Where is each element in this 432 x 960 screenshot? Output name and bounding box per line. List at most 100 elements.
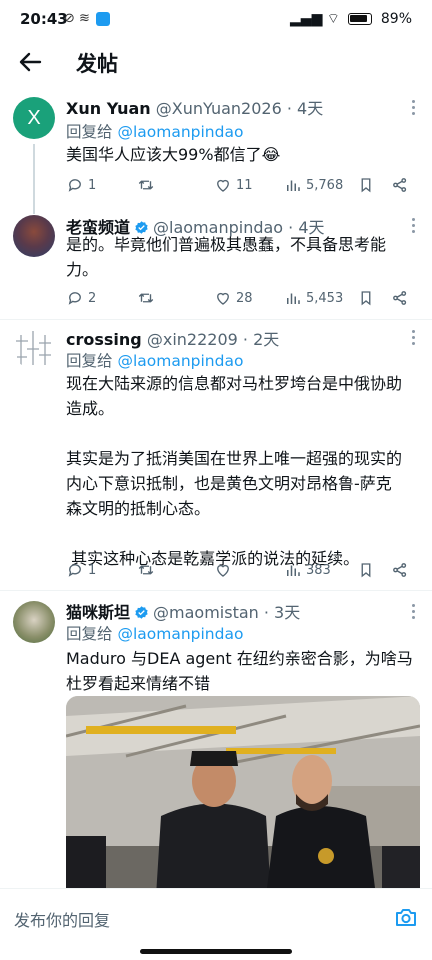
reply-icon <box>68 292 81 305</box>
reply-input[interactable]: 发布你的回复 <box>14 907 110 931</box>
like-button[interactable]: 11 <box>214 175 253 195</box>
thread-line <box>33 144 35 214</box>
tweet-header: crossing @xin22209 · 2天 <box>66 326 279 350</box>
retweet-icon <box>138 180 154 190</box>
status-time: 20:43 <box>20 10 68 28</box>
heart-icon <box>217 564 229 577</box>
author-name[interactable]: crossing <box>66 330 142 349</box>
share-icon <box>393 563 407 577</box>
tweet-actions: 1 383 <box>66 560 416 580</box>
reply-prefix: 回复给 <box>66 123 113 141</box>
tweet-text: 是的。毕竟他们普遍极其愚蠢，不具备思考能 力。 <box>66 235 387 279</box>
retweet-button[interactable] <box>137 288 159 308</box>
tweet-text: 美国华人应该大99%都信了😂 <box>66 145 281 164</box>
author-handle[interactable]: @xin22209 <box>147 330 238 349</box>
divider <box>0 319 432 320</box>
reply-to-line: 回复给 @laomanpindao <box>66 622 243 644</box>
battery-icon <box>348 13 373 25</box>
tweet-time: · 4天 <box>286 99 324 118</box>
tweet-header: Xun Yuan @XunYuan2026 · 4天 <box>66 95 323 119</box>
tweet-photo[interactable] <box>66 696 420 896</box>
reply-prefix: 回复给 <box>66 352 113 370</box>
author-handle[interactable]: @XunYuan2026 <box>156 99 282 118</box>
views-icon <box>287 293 300 304</box>
home-indicator[interactable] <box>140 949 292 954</box>
like-button[interactable]: 28 <box>214 288 253 308</box>
status-right: ▂▄▆ ⌔ 89% <box>290 10 412 28</box>
views-icon <box>287 565 300 576</box>
photo-scene <box>66 696 420 896</box>
signal-icon: ▂▄▆ <box>290 11 323 27</box>
reply-mention-link[interactable]: @laomanpindao <box>117 625 243 643</box>
view-count: 383 <box>306 562 331 578</box>
bookmark-icon <box>361 291 371 306</box>
view-count: 5,768 <box>306 177 344 193</box>
tweet-text: 现在大陆来源的信息都对马杜罗垮台是中俄协助 造成。 其实是为了抵消美国在世界上唯… <box>66 374 403 568</box>
reply-icon <box>68 179 81 192</box>
app-notification-icon <box>95 11 110 26</box>
tweet-header: 猫咪斯坦 @maomistan · 3天 <box>66 599 300 623</box>
views-button[interactable]: 5,453 <box>284 288 343 308</box>
share-button[interactable] <box>391 560 409 580</box>
tweet-time: · 3天 <box>263 603 301 622</box>
back-arrow-icon[interactable] <box>14 46 46 78</box>
avatar[interactable] <box>13 601 55 643</box>
tweet-text: Maduro 与DEA agent 在纽约亲密合影，为啥马 杜罗看起来情绪不错 <box>66 649 413 693</box>
bookmark-icon <box>361 178 371 193</box>
avatar[interactable]: X <box>13 97 55 139</box>
reply-to-line: 回复给 @laomanpindao <box>66 349 243 371</box>
bookmark-button[interactable] <box>357 175 375 195</box>
reply-mention-link[interactable]: @laomanpindao <box>117 123 243 141</box>
tweet-actions: 1 11 5,768 <box>66 175 416 195</box>
like-button[interactable] <box>214 560 236 580</box>
author-name[interactable]: 猫咪斯坦 <box>66 603 130 622</box>
views-icon <box>287 180 300 191</box>
author-handle[interactable]: @maomistan <box>153 603 259 622</box>
more-options-icon[interactable] <box>412 100 416 118</box>
like-count: 11 <box>236 177 253 193</box>
tweet-maomistan[interactable]: 猫咪斯坦 @maomistan · 3天 回复给 @laomanpindao Ma… <box>0 596 432 696</box>
tweet-crossing[interactable]: crossing @xin22209 · 2天 回复给 @laomanpinda… <box>0 322 432 588</box>
author-name[interactable]: Xun Yuan <box>66 99 151 118</box>
bookmark-button[interactable] <box>357 560 375 580</box>
views-button[interactable]: 5,768 <box>284 175 343 195</box>
share-button[interactable] <box>391 288 409 308</box>
wifi-icon: ⌔ <box>326 11 340 27</box>
heart-icon <box>217 179 229 192</box>
verified-badge-icon <box>135 606 148 619</box>
tweet-time: · 2天 <box>242 330 280 349</box>
reply-count: 1 <box>88 562 97 578</box>
avatar[interactable] <box>13 215 55 257</box>
reply-mention-link[interactable]: @laomanpindao <box>117 352 243 370</box>
reply-button[interactable]: 1 <box>66 560 96 580</box>
reply-to-line: 回复给 @laomanpindao <box>66 120 243 142</box>
bookmark-button[interactable] <box>357 288 375 308</box>
share-button[interactable] <box>391 175 409 195</box>
retweet-button[interactable] <box>137 175 159 195</box>
avatar[interactable] <box>13 327 55 369</box>
reply-button[interactable]: 1 <box>66 175 96 195</box>
notification-icons: ⊘ ≋ <box>64 11 110 26</box>
more-options-icon[interactable] <box>412 604 416 622</box>
retweet-icon <box>138 293 154 303</box>
tweet-xunyuan[interactable]: X Xun Yuan @XunYuan2026 · 4天 回复给 @laoman… <box>0 92 432 214</box>
reply-button[interactable]: 2 <box>66 288 96 308</box>
tweet-laomanpindao[interactable]: 老蛮频道 @laomanpindao · 4天 是的。毕竟他们普遍极其愚蠢，不具备… <box>0 212 432 318</box>
reply-composer[interactable]: 发布你的回复 <box>0 888 432 946</box>
reply-prefix: 回复给 <box>66 625 113 643</box>
like-count: 28 <box>236 290 253 306</box>
views-button[interactable]: 383 <box>284 560 331 580</box>
reply-count: 1 <box>88 177 97 193</box>
retweet-button[interactable] <box>137 560 159 580</box>
share-icon <box>393 291 407 305</box>
camera-icon[interactable] <box>394 905 418 929</box>
reply-icon <box>68 564 81 577</box>
tweet-actions: 2 28 5,453 <box>66 288 416 308</box>
bookmark-icon <box>361 563 371 578</box>
page-title: 发帖 <box>76 53 118 76</box>
battery-level: 89% <box>380 11 412 27</box>
view-count: 5,453 <box>306 290 344 306</box>
more-options-icon[interactable] <box>412 330 416 348</box>
heart-icon <box>217 292 229 305</box>
divider <box>0 590 432 591</box>
